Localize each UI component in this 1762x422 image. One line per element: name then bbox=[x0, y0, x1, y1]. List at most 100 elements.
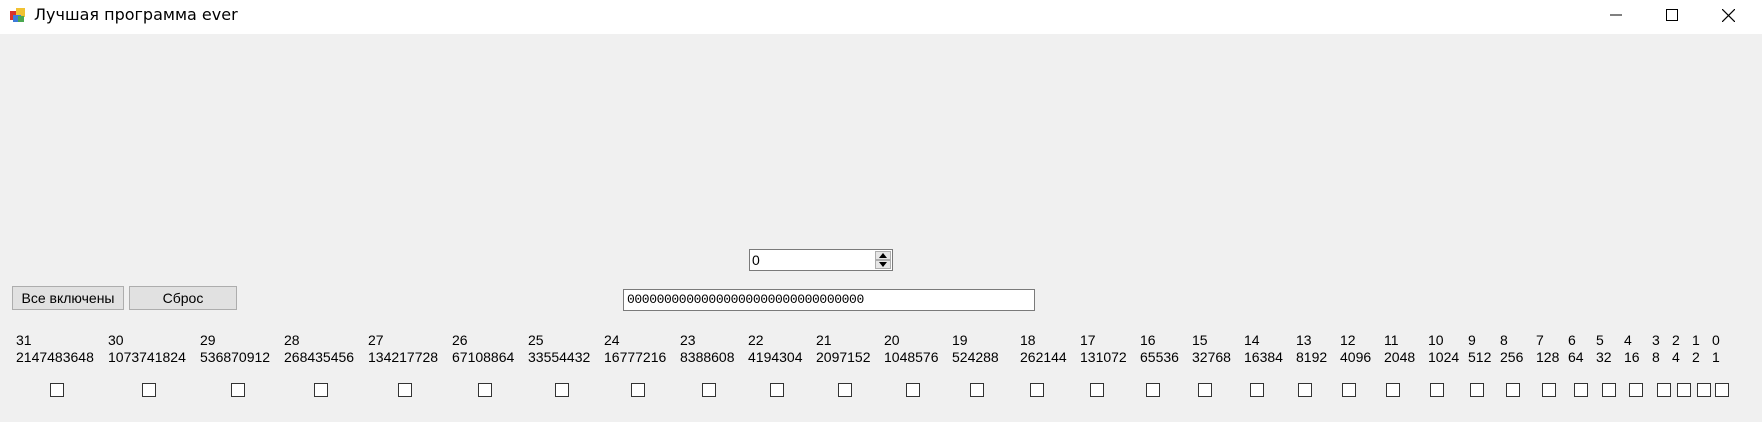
bit-column-17: 17 131072 bbox=[1080, 332, 1127, 397]
bit-checkbox-1[interactable] bbox=[1697, 383, 1711, 397]
bit-column-6: 6 64 bbox=[1568, 332, 1588, 397]
bit-index-label: 0 bbox=[1712, 332, 1720, 348]
bit-checkbox-15[interactable] bbox=[1198, 383, 1212, 397]
bit-checkbox-7[interactable] bbox=[1542, 383, 1556, 397]
bit-checkbox-24[interactable] bbox=[631, 383, 645, 397]
spin-down-button[interactable] bbox=[875, 260, 891, 269]
bit-column-4: 4 16 bbox=[1624, 332, 1643, 397]
bit-index-label: 20 bbox=[884, 332, 900, 348]
bit-checkbox-9[interactable] bbox=[1470, 383, 1484, 397]
bit-value-label: 2097152 bbox=[816, 349, 871, 365]
bit-checkbox-23[interactable] bbox=[702, 383, 716, 397]
bit-index-label: 31 bbox=[16, 332, 32, 348]
bit-checkbox-6[interactable] bbox=[1574, 383, 1588, 397]
bit-checkbox-19[interactable] bbox=[970, 383, 984, 397]
minimize-button[interactable] bbox=[1588, 0, 1644, 30]
bit-value-label: 256 bbox=[1500, 349, 1524, 365]
bit-column-20: 20 1048576 bbox=[884, 332, 939, 397]
bit-column-21: 21 2097152 bbox=[816, 332, 871, 397]
bit-column-26: 26 67108864 bbox=[452, 332, 515, 397]
bit-checkbox-14[interactable] bbox=[1250, 383, 1264, 397]
bit-index-label: 28 bbox=[284, 332, 300, 348]
bit-column-19: 19 524288 bbox=[952, 332, 999, 397]
bit-checkbox-3[interactable] bbox=[1657, 383, 1671, 397]
bit-value-label: 536870912 bbox=[200, 349, 271, 365]
bit-value-label: 2147483648 bbox=[16, 349, 94, 365]
bit-value-label: 1048576 bbox=[884, 349, 939, 365]
bit-value-label: 8388608 bbox=[680, 349, 735, 365]
bit-checkbox-21[interactable] bbox=[838, 383, 852, 397]
bit-checkbox-12[interactable] bbox=[1342, 383, 1356, 397]
bit-checkbox-8[interactable] bbox=[1506, 383, 1520, 397]
bit-checkbox-26[interactable] bbox=[478, 383, 492, 397]
bit-checkbox-29[interactable] bbox=[231, 383, 245, 397]
window-title: Лучшая программа ever bbox=[34, 5, 238, 24]
bit-value-label: 32768 bbox=[1192, 349, 1231, 365]
spin-up-button[interactable] bbox=[875, 251, 891, 260]
bit-column-22: 22 4194304 bbox=[748, 332, 803, 397]
bit-checkbox-4[interactable] bbox=[1629, 383, 1643, 397]
bit-index-label: 6 bbox=[1568, 332, 1576, 348]
bit-value-label: 67108864 bbox=[452, 349, 515, 365]
bit-index-label: 29 bbox=[200, 332, 216, 348]
binary-display-field[interactable]: 00000000000000000000000000000000 bbox=[623, 289, 1035, 311]
bit-value-label: 65536 bbox=[1140, 349, 1179, 365]
bit-index-label: 22 bbox=[748, 332, 764, 348]
bit-value-label: 262144 bbox=[1020, 349, 1067, 365]
bit-column-31: 31 2147483648 bbox=[16, 332, 94, 397]
bit-index-label: 26 bbox=[452, 332, 468, 348]
bit-checkbox-25[interactable] bbox=[555, 383, 569, 397]
bit-index-label: 25 bbox=[528, 332, 544, 348]
bit-column-9: 9 512 bbox=[1468, 332, 1492, 397]
bit-index-label: 8 bbox=[1500, 332, 1508, 348]
close-icon bbox=[1721, 8, 1735, 22]
bit-column-18: 18 262144 bbox=[1020, 332, 1067, 397]
close-button[interactable] bbox=[1700, 0, 1756, 30]
bit-column-30: 30 1073741824 bbox=[108, 332, 186, 397]
bit-value-label: 268435456 bbox=[284, 349, 355, 365]
bit-checkbox-30[interactable] bbox=[142, 383, 156, 397]
maximize-button[interactable] bbox=[1644, 0, 1700, 30]
bit-checkbox-31[interactable] bbox=[50, 383, 64, 397]
bit-checkbox-22[interactable] bbox=[770, 383, 784, 397]
decimal-value-field[interactable] bbox=[752, 251, 870, 269]
bit-column-29: 29 536870912 bbox=[200, 332, 271, 397]
bit-checkbox-2[interactable] bbox=[1677, 383, 1691, 397]
bit-checkbox-5[interactable] bbox=[1602, 383, 1616, 397]
reset-button[interactable]: Сброс bbox=[129, 286, 237, 310]
bit-index-label: 4 bbox=[1624, 332, 1632, 348]
bit-value-label: 16 bbox=[1624, 349, 1640, 365]
all-on-button[interactable]: Все включены bbox=[12, 286, 124, 310]
bit-value-label: 8192 bbox=[1296, 349, 1328, 365]
bit-checkbox-16[interactable] bbox=[1146, 383, 1160, 397]
bit-value-label: 512 bbox=[1468, 349, 1492, 365]
bit-checkbox-13[interactable] bbox=[1298, 383, 1312, 397]
bit-checkbox-20[interactable] bbox=[906, 383, 920, 397]
bit-value-label: 2048 bbox=[1384, 349, 1416, 365]
bit-column-0: 01 bbox=[1712, 332, 1729, 397]
bit-column-8: 8 256 bbox=[1500, 332, 1524, 397]
bit-column-3: 38 bbox=[1652, 332, 1671, 397]
bit-checkbox-0[interactable] bbox=[1715, 383, 1729, 397]
bit-checkbox-27[interactable] bbox=[398, 383, 412, 397]
spin-buttons bbox=[875, 251, 891, 269]
bit-checkbox-18[interactable] bbox=[1030, 383, 1044, 397]
bit-value-label: 16777216 bbox=[604, 349, 667, 365]
bit-column-15: 15 32768 bbox=[1192, 332, 1231, 397]
bit-checkbox-28[interactable] bbox=[314, 383, 328, 397]
bit-column-25: 25 33554432 bbox=[528, 332, 590, 397]
decimal-numeric-input[interactable] bbox=[749, 249, 893, 271]
bit-column-5: 5 32 bbox=[1596, 332, 1616, 397]
bit-index-label: 1 bbox=[1692, 332, 1700, 348]
bit-checkbox-10[interactable] bbox=[1430, 383, 1444, 397]
bit-index-label: 21 bbox=[816, 332, 832, 348]
bit-value-label: 8 bbox=[1652, 349, 1660, 365]
bit-value-label: 16384 bbox=[1244, 349, 1283, 365]
bit-column-16: 16 65536 bbox=[1140, 332, 1179, 397]
bit-index-label: 23 bbox=[680, 332, 696, 348]
bit-checkbox-11[interactable] bbox=[1386, 383, 1400, 397]
bit-index-label: 18 bbox=[1020, 332, 1036, 348]
bit-value-label: 64 bbox=[1568, 349, 1584, 365]
bit-checkbox-17[interactable] bbox=[1090, 383, 1104, 397]
bit-index-label: 3 bbox=[1652, 332, 1660, 348]
